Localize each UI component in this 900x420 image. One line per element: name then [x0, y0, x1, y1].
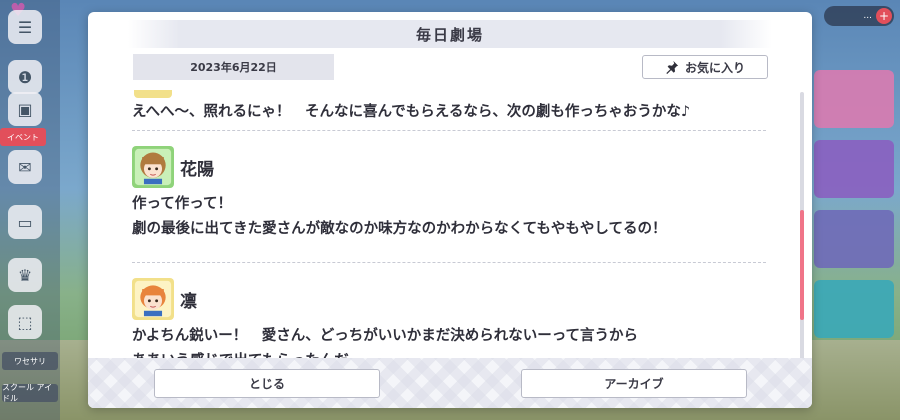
rin-avatar	[132, 278, 174, 320]
trophy-icon[interactable]: ♛	[8, 258, 42, 292]
rin-avatar-partial	[134, 90, 172, 98]
plus-icon[interactable]: +	[876, 8, 892, 24]
favorite-button[interactable]: お気に入り	[642, 55, 768, 79]
archive-button[interactable]: アーカイブ	[521, 369, 747, 398]
speaker-name: 花陽	[180, 159, 214, 180]
scrollbar[interactable]	[800, 92, 804, 362]
menu-icon[interactable]: ☰	[8, 10, 42, 44]
entry-divider	[132, 130, 766, 131]
speaker-row: 花陽	[132, 146, 766, 188]
close-button[interactable]: とじる	[154, 369, 380, 398]
dialogue-line: えへへ〜、照れるにゃ！ そんなに喜んでもらえるなら、次の劇も作っちゃおうかな♪	[132, 104, 691, 120]
daily-theater-dialog: 毎日劇場 2023年6月22日 お気に入り えへへ〜、照れるにゃ！ そんなに喜ん…	[88, 12, 812, 408]
grid-icon[interactable]: ⬚	[8, 305, 42, 339]
school-idol-button[interactable]: スクール アイドル	[2, 383, 58, 403]
event-button[interactable]: イベント	[0, 128, 46, 146]
left-side-menu: ☰ ❶ ▣ イベント ✉ ▭ ♛ ⬚ ワセサリ スクール アイドル	[0, 0, 60, 420]
scrollbar-thumb[interactable]	[800, 210, 804, 320]
right-card-1[interactable]	[814, 70, 894, 128]
pin-icon	[666, 60, 679, 74]
right-card-3[interactable]	[814, 210, 894, 268]
dialogue-line: 作って作って！	[132, 196, 233, 212]
dialogue-scroll-area[interactable]: えへへ〜、照れるにゃ！ そんなに喜んでもらえるなら、次の劇も作っちゃおうかな♪	[132, 90, 766, 364]
mail-icon[interactable]: ✉	[8, 150, 42, 184]
entry-divider	[132, 262, 766, 263]
right-card-4[interactable]	[814, 280, 894, 338]
monitor-icon[interactable]: ▭	[8, 205, 42, 239]
accessory-button[interactable]: ワセサリ	[2, 352, 58, 370]
dialog-titlebar: 毎日劇場	[128, 20, 772, 48]
date-label: 2023年6月22日	[133, 54, 334, 80]
favorite-label: お気に入り	[684, 60, 745, 75]
dialogue-entry: 凛 かよちん鋭いー！ 愛さん、どっちがいいかまだ決められないーって言うから ああ…	[132, 278, 766, 364]
dialog-title: 毎日劇場	[415, 25, 484, 44]
right-card-2[interactable]	[814, 140, 894, 198]
gift-icon[interactable]: ▣	[8, 92, 42, 126]
speaker-name: 凛	[180, 291, 197, 312]
dialogue-entry: 花陽 作って作って！ 劇の最後に出てきた愛さんが敵なのか味方なのかわからなくても…	[132, 146, 766, 242]
dialogue-line: かよちん鋭いー！ 愛さん、どっちがいいかまだ決められないーって言うから	[132, 328, 639, 344]
dialogue-line: 劇の最後に出てきた愛さんが敵なのか味方なのかわからなくてもやもやしてるの！	[132, 221, 667, 237]
hanayo-avatar	[132, 146, 174, 188]
right-side-panel	[810, 60, 900, 360]
chat-icon[interactable]: ❶	[8, 60, 42, 94]
speaker-row: 凛	[132, 278, 766, 320]
